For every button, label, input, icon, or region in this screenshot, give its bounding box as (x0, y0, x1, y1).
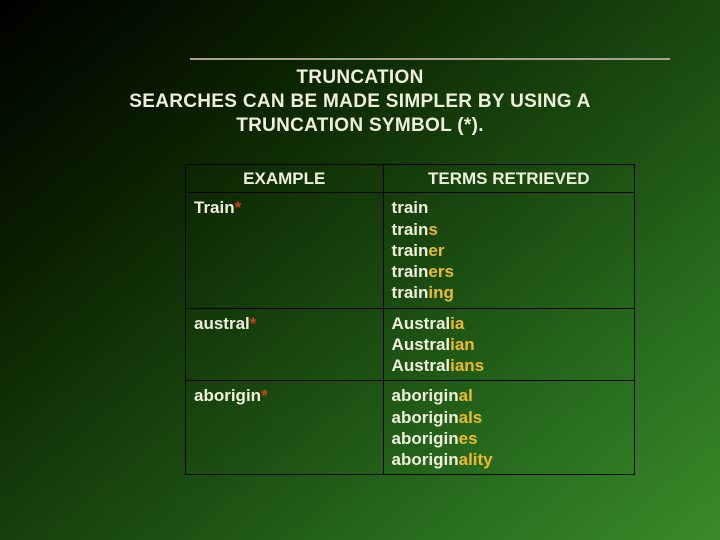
term-stem: train (392, 241, 429, 260)
cell-example: austral* (186, 308, 384, 381)
term-stem: aborigin (392, 429, 459, 448)
example-stem: austral (194, 314, 250, 333)
header-example: EXAMPLE (186, 165, 384, 193)
term: Australians (392, 355, 626, 376)
table-header-row: EXAMPLE TERMS RETRIEVED (186, 165, 635, 193)
term: Australia (392, 313, 626, 334)
term: aboriginals (392, 407, 626, 428)
term: aboriginality (392, 449, 626, 470)
cell-example: aborigin* (186, 381, 384, 475)
term-suffix: s (428, 220, 437, 239)
divider-rule (190, 58, 670, 60)
cell-terms: traintrainstrainertrainerstraining (383, 193, 634, 308)
term-stem: Austral (392, 314, 451, 333)
term-suffix: es (459, 429, 478, 448)
example-stem: aborigin (194, 386, 261, 405)
term: trains (392, 219, 626, 240)
term: trainers (392, 261, 626, 282)
cell-terms: aboriginalaboriginalsaboriginesaborigina… (383, 381, 634, 475)
example-stem: Train (194, 198, 235, 217)
header-terms: TERMS RETRIEVED (383, 165, 634, 193)
term-suffix: ia (450, 314, 464, 333)
term-suffix: ality (459, 450, 493, 469)
term: train (392, 197, 626, 218)
asterisk-icon: * (250, 314, 257, 333)
title-line1: TRUNCATION (296, 67, 423, 88)
term-stem: train (392, 283, 429, 302)
term-suffix: al (459, 386, 473, 405)
term-stem: Austral (392, 335, 451, 354)
term-stem: aborigin (392, 386, 459, 405)
title-line3: TRUNCATION SYMBOL (*). (236, 115, 484, 136)
term: Australian (392, 334, 626, 355)
term-stem: train (392, 198, 429, 217)
term-suffix: ian (450, 335, 475, 354)
table-row: Train*traintrainstrainertrainerstraining (186, 193, 635, 308)
table-row: austral*AustraliaAustralianAustralians (186, 308, 635, 381)
term-stem: aborigin (392, 408, 459, 427)
term-stem: Austral (392, 356, 451, 375)
table-row: aborigin*aboriginalaboriginalsaborigines… (186, 381, 635, 475)
title-line2: SEARCHES CAN BE MADE SIMPLER BY USING A (129, 91, 590, 112)
truncation-table: EXAMPLE TERMS RETRIEVED Train*traintrain… (185, 164, 635, 475)
term-stem: train (392, 262, 429, 281)
term: trainer (392, 240, 626, 261)
term-suffix: ers (428, 262, 454, 281)
cell-example: Train* (186, 193, 384, 308)
term: aborigines (392, 428, 626, 449)
term-stem: aborigin (392, 450, 459, 469)
cell-terms: AustraliaAustralianAustralians (383, 308, 634, 381)
term-suffix: ians (450, 356, 484, 375)
asterisk-icon: * (235, 198, 242, 217)
term: training (392, 282, 626, 303)
term: aboriginal (392, 385, 626, 406)
term-suffix: ing (428, 283, 454, 302)
term-suffix: er (428, 241, 444, 260)
term-suffix: als (459, 408, 483, 427)
slide-title: TRUNCATION SEARCHES CAN BE MADE SIMPLER … (0, 66, 720, 137)
asterisk-icon: * (261, 386, 268, 405)
term-stem: train (392, 220, 429, 239)
